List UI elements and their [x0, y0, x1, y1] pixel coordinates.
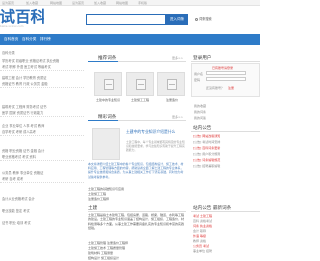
divider: [88, 211, 186, 212]
list-item[interactable]: 土建工程管理 注册造价工程师: [88, 241, 128, 245]
divider: [88, 120, 118, 121]
search-options: 词条搜索: [193, 16, 212, 21]
left-item[interactable]: 建筑工程 会计 学历教育 资质证: [2, 75, 46, 80]
search-button[interactable]: 进入词条: [166, 14, 188, 25]
notice-item[interactable]: [公告] 网站改版通知: [193, 134, 220, 138]
latest-item[interactable]: 公务员 考试: [193, 244, 209, 248]
search-option-label: 词条搜索: [199, 17, 212, 21]
left-item[interactable]: 公务员 教师 事业单位 资格证: [2, 170, 43, 175]
recommend-thumb-label[interactable]: 注册造价: [156, 98, 188, 102]
section-text: 土建工程是指土木建筑工程，包括房屋、道路、桥梁、隧道、水利等工程的建设。土建工程…: [88, 213, 185, 231]
username-label: 用户名: [194, 72, 204, 76]
top-utility-bar: 设为首页 加入收藏 网站地图 设为首页 加入收藏 网站地图 手机版: [0, 0, 260, 6]
divider: [0, 182, 84, 183]
latest-item[interactable]: 会计 职称: [193, 229, 206, 233]
left-item[interactable]: 证书 职业 培训 考试: [2, 220, 31, 225]
list-item[interactable]: 结构设计 施工组织设计: [88, 256, 119, 260]
document-icon: [136, 79, 146, 90]
username-field[interactable]: [206, 71, 246, 75]
left-item[interactable]: 医学 国家 资质证书 行政能力: [2, 110, 43, 115]
recommend-thumb[interactable]: [94, 72, 122, 96]
featured-image[interactable]: [92, 128, 120, 160]
login-note: 已有账号请登录: [212, 66, 234, 70]
user-link[interactable]: 我的词条: [194, 110, 206, 114]
notice-item[interactable]: [公告] 词条编辑规范: [193, 158, 220, 162]
notice-item[interactable]: [公告] 招聘兼职编辑: [193, 164, 220, 168]
left-item[interactable]: 资格 职业资格 证书 金融 会计: [2, 148, 44, 153]
divider: [0, 116, 84, 117]
nav-item-home[interactable]: 百科首页: [4, 37, 18, 42]
divider: [191, 211, 260, 212]
notice-item[interactable]: [公告] 百科词条更新: [193, 146, 220, 150]
topbar-link-fav2[interactable]: 加入收藏: [94, 1, 106, 5]
register-note: 还没有账号？: [206, 86, 225, 90]
nav-item-ranking[interactable]: 排行榜: [40, 37, 51, 42]
list-item[interactable]: 建筑材料 工程测量: [88, 251, 113, 255]
featured-more-link[interactable]: 更多>>: [172, 115, 183, 119]
list-item[interactable]: 土建工程的基础知识与应用: [88, 187, 124, 191]
document-icon: [167, 79, 177, 90]
latest-item[interactable]: 词条 执业资格: [193, 224, 212, 228]
latest-item[interactable]: 外语 等级: [193, 234, 206, 238]
search-input[interactable]: [86, 14, 166, 25]
topbar-link-map2[interactable]: 网站地图: [116, 1, 128, 5]
register-link[interactable]: 注册: [228, 86, 234, 90]
recommend-thumb[interactable]: [157, 72, 185, 96]
nav-item-category[interactable]: 百科分类: [22, 37, 36, 42]
latest-item[interactable]: 教师 资格: [193, 239, 206, 243]
topbar-link-home2[interactable]: 设为首页: [72, 1, 84, 5]
divider: [0, 87, 84, 88]
password-field[interactable]: [206, 77, 246, 81]
left-item[interactable]: 学历考试 初级职业 资格证考试 执业资格: [2, 58, 59, 63]
left-item[interactable]: 自学考试 考研 成人高考: [2, 129, 36, 134]
featured-description: 土建工程中，每个专业领域都有其特定的专业知识和技能要求，学习这些知识有助于提升工…: [126, 140, 185, 152]
divider: [0, 160, 84, 161]
list-item[interactable]: 土建施工工程: [88, 192, 106, 196]
latest-item[interactable]: 事业单位 招聘: [193, 249, 212, 253]
left-item[interactable]: 企业 事业单位 人事 考试 教师: [2, 123, 44, 128]
latest-item[interactable]: 百科 资格考试: [193, 219, 212, 223]
recommend-more-link[interactable]: 更多>>: [172, 56, 183, 60]
radio-icon[interactable]: [195, 17, 198, 21]
left-item[interactable]: 职业资格考试 考试 资料: [2, 154, 36, 159]
left-item[interactable]: 考研 自考 成考: [2, 176, 23, 181]
divider: [0, 70, 84, 71]
latest-item[interactable]: 考试 土建工程: [193, 214, 212, 218]
list-item[interactable]: 土建施工技术 工程质量管理: [88, 246, 125, 250]
list-item[interactable]: 注册造价工程师: [88, 197, 109, 201]
recommend-thumb-label[interactable]: 土建施工工程: [124, 98, 156, 102]
user-link[interactable]: 我的收藏: [194, 104, 206, 108]
main-nav: 百科首页 百科分类 排行榜: [0, 34, 260, 45]
topbar-link-mobile[interactable]: 手机版: [138, 1, 147, 5]
topbar-link-fav[interactable]: 加入收藏: [26, 1, 38, 5]
divider: [88, 61, 118, 62]
topbar-link-home[interactable]: 设为首页: [2, 1, 14, 5]
notice-item[interactable]: [公告] 用户积分规则: [193, 152, 220, 156]
recommend-thumb[interactable]: [126, 72, 154, 96]
featured-paragraph: 本文将详细介绍土建工程中的各个专业知识，包括结构设计、施工技术、材料应用、工程管…: [88, 162, 184, 179]
divider: [0, 135, 84, 136]
divider: [191, 131, 260, 132]
left-item[interactable]: 考试 职称 外语 医卫考试 等级考试: [2, 64, 51, 69]
left-item[interactable]: 职业技能 鉴定 考试: [2, 208, 30, 213]
password-label: 密码: [194, 78, 201, 82]
topbar-link-map[interactable]: 网站地图: [50, 1, 62, 5]
logo-url: baike.xxxxx.com: [0, 24, 24, 28]
left-item[interactable]: 会计从业资格考试 会计: [2, 196, 35, 201]
notice-item[interactable]: [公告] 考试时间安排: [193, 140, 220, 144]
document-icon: [104, 79, 114, 90]
left-category-list: 百科分类 学历考试 初级职业 资格证考试 执业资格 考试 职称 外语 医卫考试 …: [0, 48, 85, 261]
featured-headline[interactable]: 土建中的专业知识介绍是什么: [126, 129, 186, 134]
divider: [191, 61, 260, 62]
left-item[interactable]: 百科分类: [2, 50, 15, 55]
left-item[interactable]: 建筑考试 工程师 财务考试 证书: [2, 104, 46, 109]
recommend-thumb-label[interactable]: 土建中的专业知识: [92, 98, 124, 102]
left-item[interactable]: 资格证书 教育 行政 公务员 金融: [2, 81, 48, 86]
user-link[interactable]: 我的问答: [194, 116, 206, 120]
